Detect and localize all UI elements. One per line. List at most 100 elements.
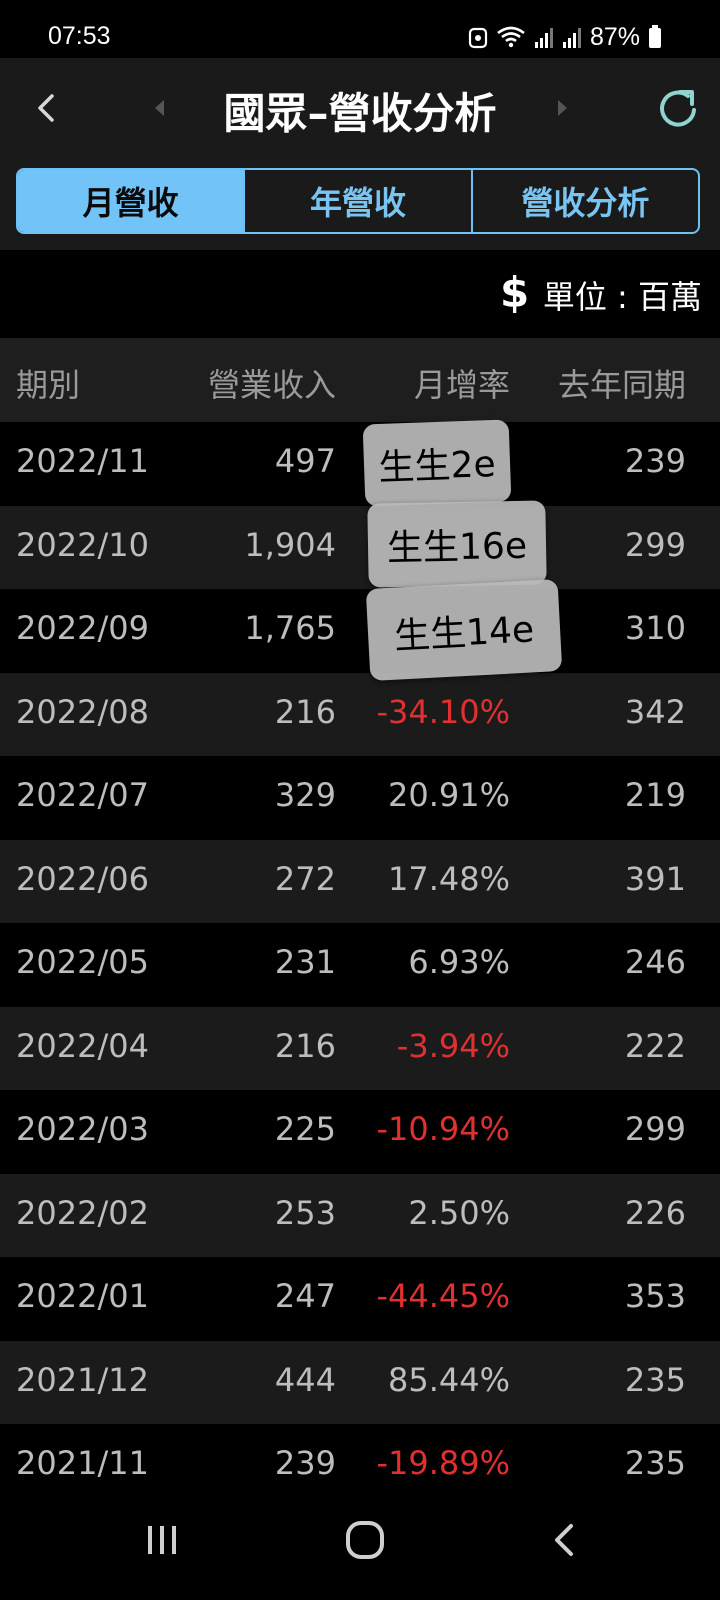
cell-last-year: 235 [624,1444,686,1480]
cell-last-year: 235 [624,1360,686,1399]
home-icon [346,1521,384,1559]
table-row: 2022/04 216 -3.94% 222 [0,1006,720,1090]
cell-period: 2022/04 [16,1026,149,1065]
refresh-button[interactable] [650,80,706,136]
home-button[interactable] [335,1510,395,1570]
cell-period: 2022/05 [16,943,149,981]
table-row: 2022/05 231 6.93% 246 [0,923,720,1007]
table-header: 期別 營業收入 月增率 去年同期 [0,338,720,422]
cell-revenue: 216 [274,1026,336,1065]
header-last-year: 去年同期 [557,366,686,404]
cell-period: 2022/03 [16,1110,149,1148]
cell-last-year: 299 [624,1110,686,1148]
cell-mom: -3.94% [396,1026,510,1065]
caret-left-icon [155,100,164,116]
table-row: 2022/10 1,904 299 [0,505,720,589]
cell-revenue: 444 [274,1360,336,1399]
tab-annual-revenue[interactable]: 年營收 [243,170,470,232]
cell-last-year: 299 [624,525,686,564]
cell-revenue: 1,765 [244,609,336,647]
cell-period: 2022/02 [16,1193,149,1232]
cell-period: 2022/01 [16,1277,149,1315]
recent-apps-button[interactable] [132,1510,192,1570]
cell-last-year: 219 [624,776,686,814]
cell-mom: -10.94% [376,1110,510,1148]
back-icon [555,1524,573,1556]
tab-revenue-analysis[interactable]: 營收分析 [470,170,698,232]
table-row: 2022/06 272 17.48% 391 [0,839,720,923]
cell-mom: -34.10% [376,692,510,731]
cell-revenue: 329 [274,776,336,814]
alarm-icon [468,27,488,49]
unit-label: 單位 : 百萬 [542,278,702,316]
battery-percent: 87% [589,22,640,51]
next-stock-button[interactable] [552,95,572,121]
cell-mom: 6.93% [408,943,510,981]
app-header: 國眾–營收分析 [0,58,720,158]
cell-revenue: 497 [274,442,336,480]
cell-revenue: 231 [274,943,336,981]
table-row: 2022/02 253 2.50% 226 [0,1173,720,1257]
cell-revenue: 247 [274,1277,336,1315]
cell-mom: 85.44% [387,1360,510,1399]
chevron-left-icon [38,94,54,122]
signal-icon-2 [562,28,581,48]
system-nav-bar [0,1480,720,1600]
cell-mom: -44.45% [376,1277,510,1315]
cell-revenue: 216 [274,692,336,731]
nav-back-button[interactable] [535,1510,595,1570]
caret-right-icon [558,100,567,116]
cell-mom: -19.89% [376,1444,510,1480]
cell-revenue: 253 [274,1193,336,1232]
cell-period: 2022/09 [16,609,149,647]
table-row: 2022/07 329 20.91% 219 [0,756,720,840]
cell-last-year: 310 [624,609,686,647]
status-time: 07:53 [48,22,111,50]
cell-revenue: 272 [274,859,336,898]
cell-period: 2022/11 [16,442,149,480]
header-period: 期別 [16,366,81,404]
page-title: 國眾–營收分析 [223,89,497,138]
cell-revenue: 1,904 [244,525,336,564]
back-button[interactable] [28,86,68,130]
cell-last-year: 222 [624,1026,686,1065]
recent-apps-icon [148,1526,176,1554]
cell-mom: 20.91% [387,776,510,814]
cell-last-year: 239 [624,442,686,480]
cell-period: 2021/11 [16,1444,149,1480]
revenue-table[interactable]: 2022/11 497 239 2022/10 1,904 299 2022/0… [0,422,720,1480]
header-mom: 月增率 [413,366,510,404]
wifi-icon [497,26,525,48]
cell-period: 2022/08 [16,692,149,731]
tab-monthly-revenue[interactable]: 月營收 [18,170,244,232]
cell-last-year: 246 [624,943,686,981]
cell-mom: 17.48% [387,859,510,898]
table-row: 2021/12 444 85.44% 235 [0,1340,720,1424]
cell-last-year: 226 [624,1193,686,1232]
cell-period: 2022/06 [16,859,149,898]
cell-period: 2022/10 [16,525,149,564]
prev-stock-button[interactable] [150,95,170,121]
refresh-icon [660,90,696,127]
cell-period: 2021/12 [16,1360,149,1399]
cell-last-year: 342 [624,692,686,731]
tabs-bar: 月營收 年營收 營收分析 [0,158,720,250]
table-row: 2022/03 225 -10.94% 299 [0,1090,720,1174]
table-row: 2022/11 497 239 [0,422,720,506]
cell-mom: 2.50% [408,1193,510,1232]
status-bar: 07:53 87% [0,0,720,58]
cell-revenue: 225 [274,1110,336,1148]
signal-icon [534,28,553,48]
battery-icon [649,25,661,48]
cell-last-year: 391 [624,859,686,898]
segmented-tabs: 月營收 年營收 營收分析 [16,168,700,234]
dollar-icon: $ [500,268,530,317]
header-revenue: 營業收入 [207,366,336,404]
table-row: 2021/11 239 -19.89% 235 [0,1424,720,1480]
cell-revenue: 239 [274,1444,336,1480]
cell-period: 2022/07 [16,776,149,814]
table-row: 2022/09 1,765 310 [0,589,720,673]
status-icons: 87% [468,22,662,52]
cell-last-year: 353 [624,1277,686,1315]
table-row: 2022/08 216 -34.10% 342 [0,672,720,756]
